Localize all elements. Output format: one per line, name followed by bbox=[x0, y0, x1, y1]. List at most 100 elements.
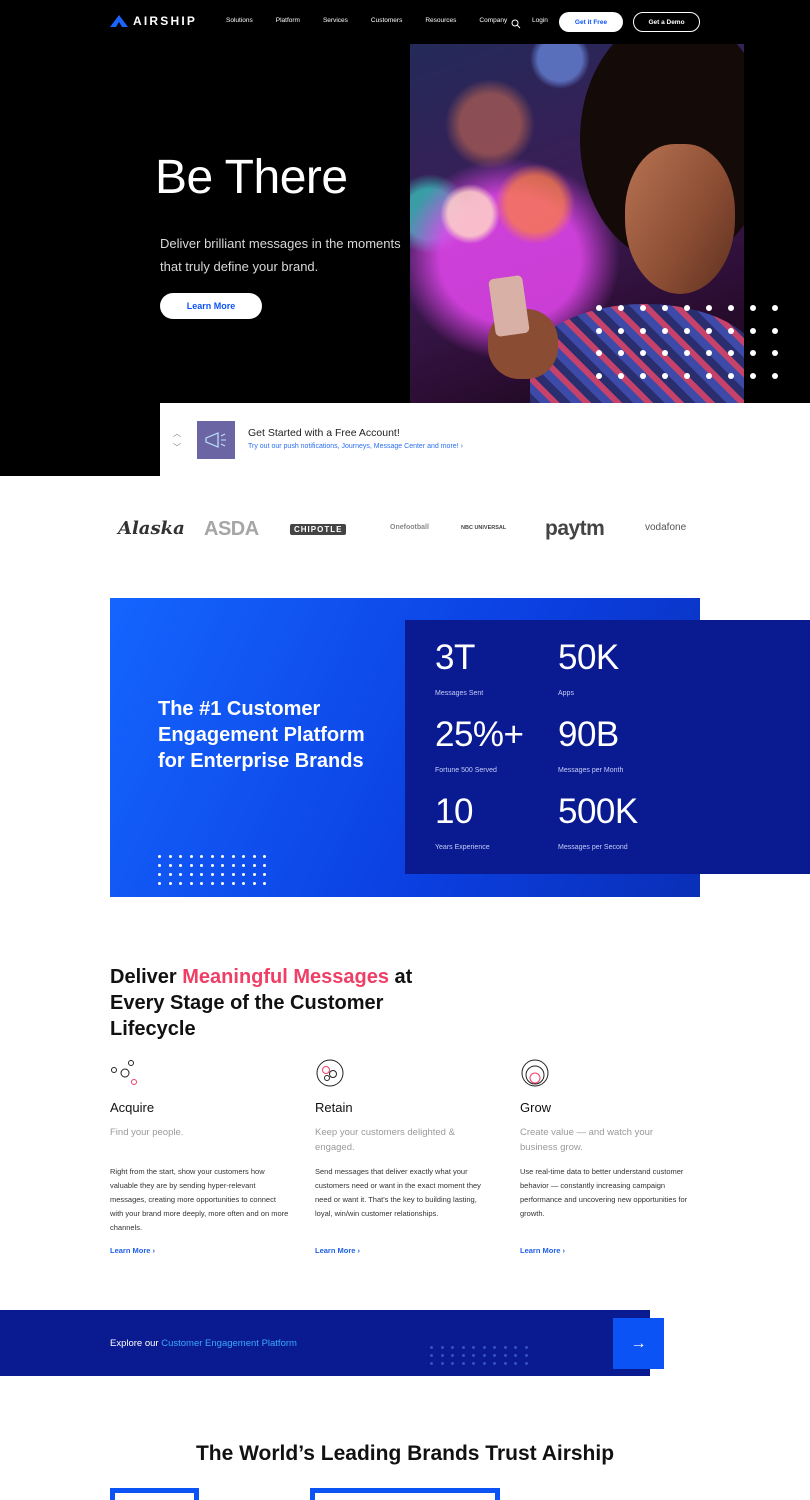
dot bbox=[210, 864, 214, 867]
hero-learn-more-button[interactable]: Learn More bbox=[160, 293, 262, 319]
retain-title: Retain bbox=[315, 1100, 353, 1115]
stats-dot-pattern bbox=[158, 855, 274, 891]
dot bbox=[263, 873, 266, 876]
dot bbox=[662, 327, 668, 334]
nav-links: Solutions Platform Services Customers Re… bbox=[226, 17, 530, 24]
dot bbox=[263, 882, 266, 885]
dot bbox=[242, 873, 245, 876]
get-a-demo-button[interactable]: Get a Demo bbox=[633, 12, 700, 32]
dot bbox=[706, 372, 712, 379]
chevron-up-icon[interactable]: ︿ bbox=[173, 427, 181, 441]
dot bbox=[231, 882, 235, 885]
dot bbox=[200, 855, 203, 858]
nav-company[interactable]: Company bbox=[479, 17, 507, 24]
login-link[interactable]: Login bbox=[532, 17, 548, 24]
dot bbox=[596, 372, 602, 379]
dot bbox=[684, 372, 690, 379]
arrow-right-icon[interactable]: → bbox=[613, 1318, 664, 1369]
logo-onefootball: Onefootball bbox=[390, 524, 429, 531]
dot bbox=[200, 873, 203, 876]
dot bbox=[482, 1362, 486, 1365]
explore-dot-pattern bbox=[430, 1346, 535, 1370]
grow-learn-more[interactable]: Learn More › bbox=[520, 1246, 565, 1255]
top-nav: AIRSHIP Solutions Platform Services Cust… bbox=[0, 0, 810, 44]
dot bbox=[158, 873, 161, 876]
dot bbox=[440, 1346, 444, 1349]
dot bbox=[210, 882, 214, 885]
airship-logo[interactable]: AIRSHIP bbox=[110, 14, 197, 28]
dot bbox=[524, 1354, 528, 1357]
hero-dot-pattern bbox=[596, 305, 794, 395]
get-it-free-button[interactable]: Get it Free bbox=[559, 12, 623, 32]
dot bbox=[158, 855, 161, 858]
hero-subtitle: Deliver brilliant messages in the moment… bbox=[160, 236, 401, 274]
promo-banner[interactable]: ︿ ﹀ Get Started with a Free Account! Try… bbox=[160, 403, 810, 476]
dot bbox=[242, 855, 245, 858]
dot bbox=[158, 864, 161, 867]
dot bbox=[706, 327, 712, 334]
dot bbox=[493, 1346, 496, 1349]
dot bbox=[772, 372, 778, 379]
dot bbox=[728, 305, 734, 311]
dot bbox=[482, 1354, 486, 1357]
dot bbox=[263, 855, 266, 858]
promo-arrows[interactable]: ︿ ﹀ bbox=[173, 427, 181, 455]
dot bbox=[200, 882, 203, 885]
dot bbox=[430, 1362, 433, 1365]
dot bbox=[750, 372, 756, 379]
retain-learn-more[interactable]: Learn More › bbox=[315, 1246, 360, 1255]
dot bbox=[662, 305, 668, 311]
dot bbox=[252, 864, 256, 867]
dot bbox=[596, 327, 602, 334]
dot bbox=[189, 864, 193, 867]
dot bbox=[461, 1362, 465, 1365]
promo-link[interactable]: Try out our push notifications, Journeys… bbox=[248, 443, 463, 450]
grow-rings-icon bbox=[521, 1059, 549, 1087]
dot bbox=[430, 1354, 433, 1357]
dot bbox=[514, 1354, 517, 1357]
nav-resources[interactable]: Resources bbox=[425, 17, 456, 24]
acquire-tagline: Find your people. bbox=[110, 1127, 184, 1138]
dot bbox=[750, 305, 756, 311]
nav-services[interactable]: Services bbox=[323, 17, 348, 24]
dot bbox=[618, 372, 624, 379]
dot bbox=[451, 1354, 454, 1357]
nav-platform[interactable]: Platform bbox=[276, 17, 300, 24]
dot bbox=[179, 882, 182, 885]
acquire-title: Acquire bbox=[110, 1100, 155, 1115]
lifecycle-heading-accent: Meaningful Messages bbox=[182, 966, 389, 988]
dot bbox=[461, 1346, 465, 1349]
explore-text-highlight[interactable]: Customer Engagement Platform bbox=[161, 1338, 297, 1349]
acquire-body: Right from the start, show your customer… bbox=[110, 1167, 289, 1232]
dot bbox=[640, 350, 646, 356]
dot bbox=[503, 1346, 507, 1349]
customer-logos: Alaska ASDA CHIPOTLE Onefootball NBC UNI… bbox=[110, 512, 700, 548]
dot bbox=[472, 1362, 475, 1365]
dot bbox=[493, 1354, 496, 1357]
lifecycle-heading-pre: Deliver bbox=[110, 966, 183, 988]
explore-text-pre: Explore our bbox=[110, 1338, 162, 1349]
dot bbox=[179, 864, 182, 867]
nav-solutions[interactable]: Solutions bbox=[226, 17, 253, 24]
airship-logo-icon bbox=[110, 15, 128, 27]
dot bbox=[451, 1346, 454, 1349]
logo-nbcuniversal: NBC UNIVERSAL bbox=[461, 525, 507, 531]
acquire-learn-more[interactable]: Learn More › bbox=[110, 1246, 155, 1255]
explore-bar[interactable]: Explore our Customer Engagement Platform bbox=[0, 1310, 650, 1376]
dot bbox=[168, 873, 172, 876]
stats-panel: 3T Messages Sent 50K Apps 25%+ Fortune 5… bbox=[405, 620, 810, 874]
dot bbox=[189, 873, 193, 876]
chevron-down-icon[interactable]: ﹀ bbox=[173, 441, 181, 455]
logo-text: AIRSHIP bbox=[133, 14, 198, 28]
nav-customers[interactable]: Customers bbox=[371, 17, 402, 24]
grow-body: Use real-time data to better understand … bbox=[520, 1167, 688, 1218]
dot bbox=[514, 1346, 517, 1349]
search-icon[interactable] bbox=[511, 16, 521, 34]
dot bbox=[231, 855, 235, 858]
dot bbox=[189, 855, 193, 858]
logo-paytm: paytm bbox=[545, 517, 605, 540]
dot bbox=[618, 305, 624, 311]
dot bbox=[750, 350, 756, 356]
dot bbox=[200, 864, 203, 867]
molecule-icon bbox=[111, 1060, 137, 1085]
